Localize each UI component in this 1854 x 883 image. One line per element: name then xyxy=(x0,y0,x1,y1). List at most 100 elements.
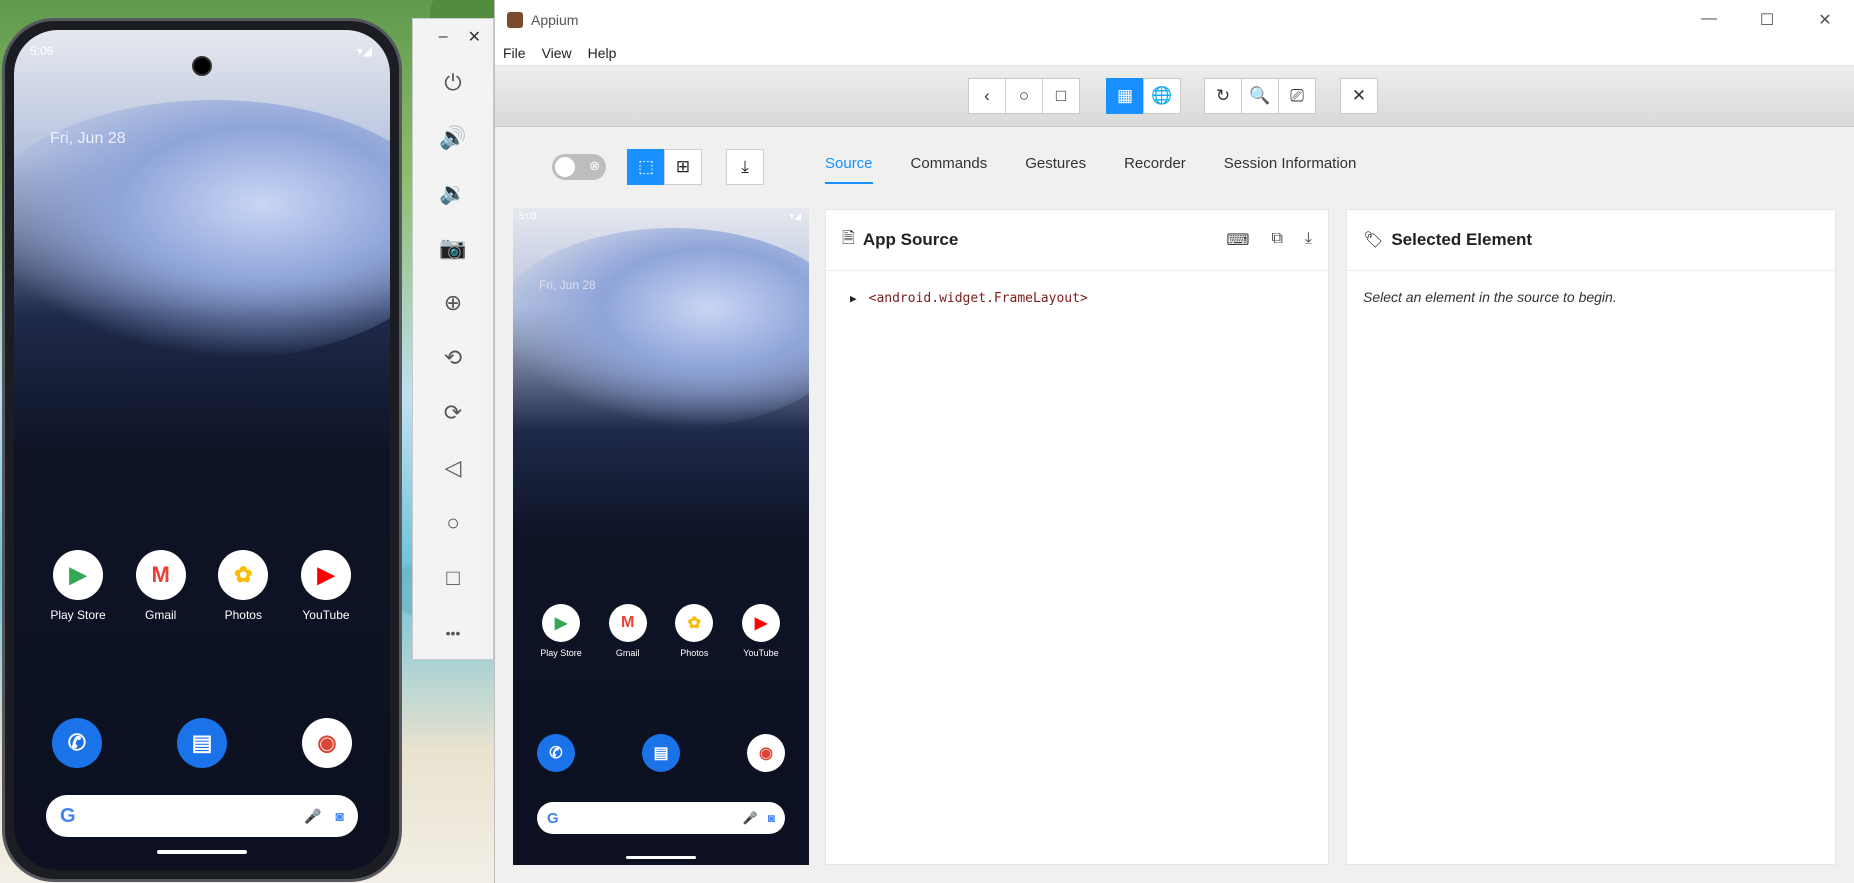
select-element-button[interactable]: ⬚ xyxy=(627,149,665,185)
chrome-icon[interactable]: ◉ xyxy=(302,718,352,768)
app-gmail[interactable]: M Gmail xyxy=(121,550,201,622)
tag-icon: 🏷 xyxy=(1363,232,1384,249)
copy-icon[interactable]: ⧉ xyxy=(1271,230,1282,250)
mic-icon[interactable]: 🎤 xyxy=(304,808,321,825)
menu-file[interactable]: File xyxy=(503,45,526,61)
camera-icon: 📷 xyxy=(439,234,467,260)
mini-app-gmail[interactable]: M Gmail xyxy=(598,604,658,658)
mini-google-search-bar[interactable]: G 🎤 ◙ xyxy=(537,802,785,834)
menu-bar: File View Help xyxy=(495,40,1854,66)
selected-element-hint: Select an element in the source to begin… xyxy=(1363,289,1617,305)
back-button[interactable]: ◁ xyxy=(413,440,493,495)
app-switch-button[interactable]: □ xyxy=(1042,78,1080,114)
rotate-right-button[interactable]: ⟳ xyxy=(413,385,493,440)
zoom-icon: ⊕ xyxy=(443,289,463,315)
app-photos[interactable]: ✿ Photos xyxy=(203,550,283,622)
tab-commands[interactable]: Commands xyxy=(911,155,988,184)
google-search-bar[interactable]: G 🎤 ◙ xyxy=(46,795,358,837)
tab-recorder[interactable]: Recorder xyxy=(1124,155,1186,184)
tab-session-information[interactable]: Session Information xyxy=(1224,155,1357,184)
back-triangle-icon: ◁ xyxy=(444,454,462,480)
app-label: YouTube xyxy=(302,608,350,622)
circle-icon: ○ xyxy=(1018,86,1030,105)
refresh-icon: ↻ xyxy=(1215,86,1231,105)
zoom-button[interactable]: ⊕ xyxy=(413,275,493,330)
app-label: Play Store xyxy=(50,608,106,622)
refresh-button[interactable]: ↻ xyxy=(1204,78,1242,114)
gesture-home-bar[interactable] xyxy=(157,850,247,854)
messages-icon[interactable]: ▤ xyxy=(177,718,227,768)
quit-session-button[interactable]: ✕ xyxy=(1340,78,1378,114)
device-screenshot[interactable]: 5:03 ▾◢ Fri, Jun 28 ▶ Play Store M Gmail… xyxy=(513,208,809,865)
power-icon: ⏻ xyxy=(444,69,462,95)
download-source-icon[interactable]: ⤓ xyxy=(1305,230,1312,250)
mini-app-youtube[interactable]: ▶ YouTube xyxy=(731,604,791,658)
caret-right-icon[interactable]: ▶ xyxy=(850,292,857,305)
download-screenshot-button[interactable]: ⤓ xyxy=(726,149,764,185)
record-button[interactable]: ⎚ xyxy=(1278,78,1316,114)
tree-node[interactable]: ▶ <android.widget.FrameLayout> xyxy=(826,271,1328,306)
tab-gestures[interactable]: Gestures xyxy=(1025,155,1086,184)
home-button[interactable]: ○ xyxy=(413,495,493,550)
app-youtube[interactable]: ▶ YouTube xyxy=(286,550,366,622)
tap-coordinates-button[interactable]: ⊞ xyxy=(664,149,702,185)
screenshot-button[interactable]: 📷 xyxy=(413,220,493,275)
lens-icon[interactable]: ◙ xyxy=(336,808,344,824)
menu-view[interactable]: View xyxy=(542,45,572,61)
interaction-mode-toggle[interactable]: ⊗ xyxy=(552,154,606,180)
phone-status-time: 5:06 xyxy=(30,44,54,58)
google-g-icon: G xyxy=(547,809,559,827)
mini-app-play-store[interactable]: ▶ Play Store xyxy=(531,604,591,658)
window-maximize-button[interactable]: ☐ xyxy=(1738,10,1796,30)
messages-icon[interactable]: ▤ xyxy=(642,734,680,772)
mini-app-photos[interactable]: ✿ Photos xyxy=(664,604,724,658)
native-context-button[interactable]: ▦ xyxy=(1106,78,1144,114)
mini-app-label: Photos xyxy=(680,648,709,658)
youtube-icon: ▶ xyxy=(741,604,780,642)
phone-icon[interactable]: ✆ xyxy=(537,734,575,772)
toggle-off-icon: ⊗ xyxy=(589,158,600,173)
emulator-minimize-button[interactable]: – xyxy=(439,28,448,46)
chrome-icon[interactable]: ◉ xyxy=(747,734,785,772)
phone-icon[interactable]: ✆ xyxy=(52,718,102,768)
mic-icon: 🎤 xyxy=(742,811,758,825)
home-circle-icon: ○ xyxy=(446,509,460,535)
terminal-icon[interactable]: ⌨ xyxy=(1226,230,1249,250)
mini-app-label: YouTube xyxy=(743,648,779,658)
mini-date: Fri, Jun 28 xyxy=(539,278,596,292)
phone-screen[interactable]: 5:06 ▾◢ Fri, Jun 28 ▶ Play Store M Gmail… xyxy=(14,30,390,870)
app-source-panel: 🗎 App Source ⌨ ⧉ ⤓ ▶ <android.widget.Fra… xyxy=(825,209,1329,865)
search-button[interactable]: 🔍 xyxy=(1241,78,1279,114)
emulator-close-button[interactable]: ✕ xyxy=(468,27,481,47)
file-icon: 🗎 xyxy=(842,229,855,247)
grid-icon: ▦ xyxy=(1116,86,1134,105)
press-back-button[interactable]: ‹ xyxy=(968,78,1006,114)
google-g-icon: G xyxy=(60,804,76,827)
rotate-left-button[interactable]: ⟲ xyxy=(413,330,493,385)
more-button[interactable]: ••• xyxy=(413,605,493,660)
overview-button[interactable]: □ xyxy=(413,550,493,605)
tab-source[interactable]: Source xyxy=(825,155,873,184)
mini-dock: ✆ ▤ ◉ xyxy=(537,734,785,772)
mini-home-bar xyxy=(626,856,696,859)
volume-down-button[interactable]: 🔉 xyxy=(413,165,493,220)
photos-icon: ✿ xyxy=(218,550,269,600)
phone-dock: ✆ ▤ ◉ xyxy=(52,718,352,768)
window-minimize-button[interactable]: — xyxy=(1680,10,1738,30)
volume-up-button[interactable]: 🔊 xyxy=(413,110,493,165)
plus-square-icon: ⊞ xyxy=(675,157,691,176)
globe-icon: 🌐 xyxy=(1151,86,1173,105)
window-close-button[interactable]: ✕ xyxy=(1796,10,1854,30)
web-context-button[interactable]: 🌐 xyxy=(1143,78,1181,114)
menu-help[interactable]: Help xyxy=(588,45,617,61)
gmail-icon: M xyxy=(608,604,647,642)
toggle-knob xyxy=(555,157,575,177)
search-icon: 🔍 xyxy=(1249,86,1271,105)
power-button[interactable]: ⏻ xyxy=(413,55,493,110)
app-play-store[interactable]: ▶ Play Store xyxy=(38,550,118,622)
mini-app-label: Play Store xyxy=(540,648,582,658)
volume-down-icon: 🔉 xyxy=(439,179,467,205)
signal-icon: ▾◢ xyxy=(356,44,372,58)
select-cursor-icon: ⬚ xyxy=(637,157,655,176)
press-home-button[interactable]: ○ xyxy=(1005,78,1043,114)
